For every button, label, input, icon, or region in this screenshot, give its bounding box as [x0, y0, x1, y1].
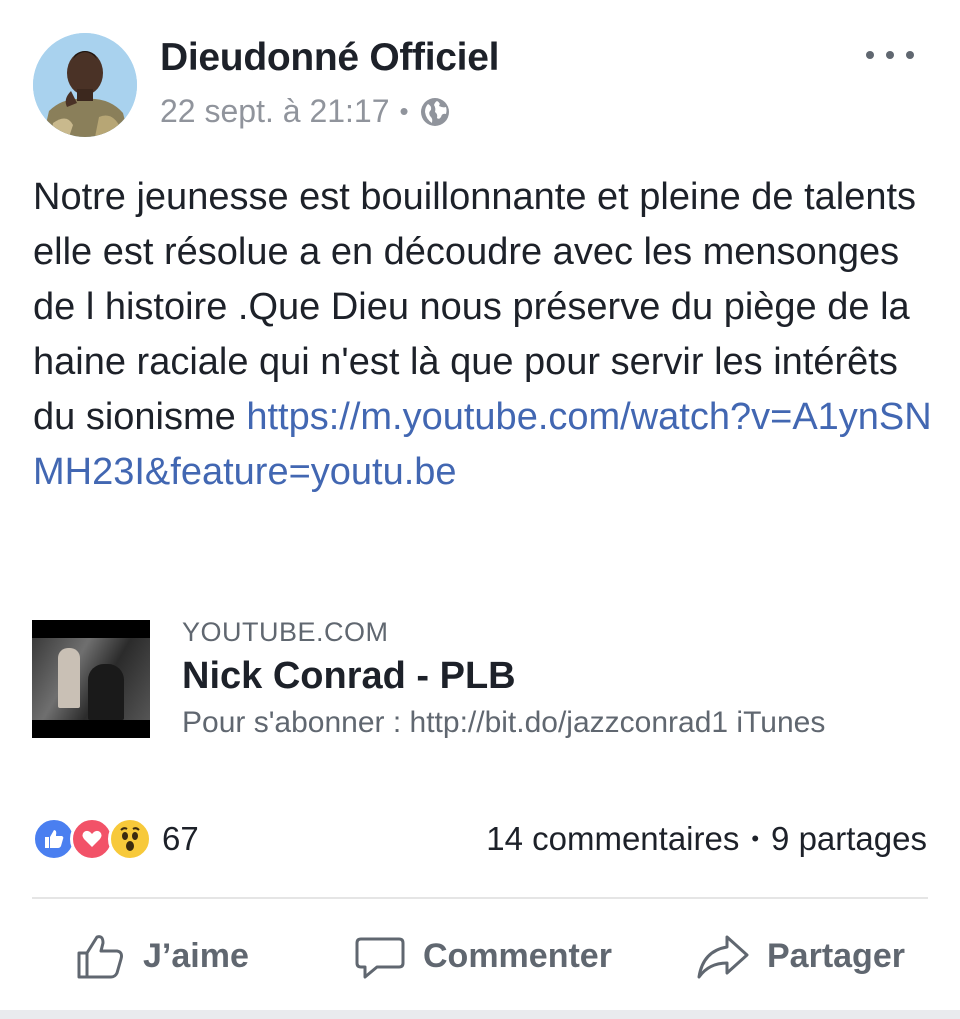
- share-button[interactable]: Partager: [695, 925, 905, 987]
- wow-icon: [108, 817, 152, 861]
- feed-separator: [0, 1010, 960, 1019]
- like-button[interactable]: J’aime: [73, 925, 249, 987]
- post-timestamp[interactable]: 22 sept. à 21:17: [160, 93, 390, 130]
- divider: [32, 897, 928, 899]
- link-preview[interactable]: YOUTUBE.COM Nick Conrad - PLB Pour s'abo…: [32, 615, 932, 745]
- comment-count[interactable]: 14 commentaires: [486, 820, 739, 858]
- meta-separator: •: [399, 96, 409, 126]
- more-options-icon[interactable]: [866, 40, 914, 70]
- share-label: Partager: [767, 936, 905, 975]
- author-avatar[interactable]: [33, 33, 137, 137]
- preview-site: YOUTUBE.COM: [182, 617, 389, 647]
- author-name[interactable]: Dieudonné Officiel: [160, 36, 499, 80]
- engagement-stats: 14 commentaires • 9 partages: [486, 815, 927, 863]
- globe-icon: [420, 97, 449, 126]
- preview-description: Pour s'abonner : http://bit.do/jazzconra…: [182, 706, 826, 739]
- stats-separator: •: [751, 826, 760, 851]
- like-label: J’aime: [143, 936, 249, 975]
- comment-icon: [355, 937, 405, 979]
- preview-thumbnail: [32, 620, 150, 738]
- facebook-post: Dieudonné Officiel 22 sept. à 21:17 • No…: [0, 0, 960, 1019]
- share-count[interactable]: 9 partages: [771, 820, 927, 858]
- comment-button[interactable]: Commenter: [353, 925, 612, 987]
- post-text: Notre jeunesse est bouillonnante et plei…: [33, 170, 933, 500]
- comment-label: Commenter: [423, 936, 612, 975]
- post-meta: 22 sept. à 21:17 •: [160, 93, 451, 130]
- thumbs-up-icon: [77, 935, 123, 979]
- share-arrow-icon: [697, 935, 749, 979]
- reaction-count[interactable]: 67: [162, 820, 199, 858]
- preview-title: Nick Conrad - PLB: [182, 655, 516, 697]
- reaction-summary[interactable]: 67: [32, 815, 199, 863]
